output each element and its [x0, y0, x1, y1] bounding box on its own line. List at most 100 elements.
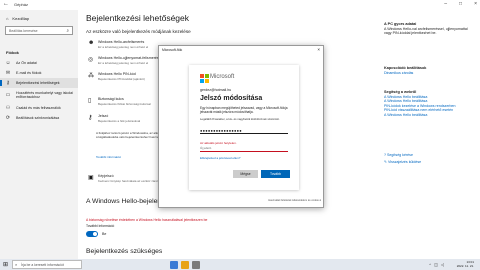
network-icon[interactable]: ◫	[434, 262, 438, 267]
windows-start-icon[interactable]: ⊞	[3, 261, 8, 268]
briefcase-icon: ▭	[5, 92, 11, 98]
option-title: Biztonsági kulcs	[98, 97, 124, 101]
current-password-field[interactable]: ●●●●●●●●●●●●●●●●	[200, 128, 288, 134]
forgot-password-link[interactable]: Elfelejtetted a jelszavad ellen?	[200, 156, 240, 160]
web-link[interactable]: A Windows Hello beállítása	[384, 113, 476, 118]
sidebar: ⌂ Kezdőlap Beállítás keresése ⌕ Fiókok ☺…	[0, 10, 78, 259]
search-icon: ⌕	[66, 28, 69, 33]
page-subtitle: Az eszközre való bejelentkezés módjának …	[86, 29, 191, 34]
help-block: ? Segítség kérése ✎ Visszajelzés küldése	[384, 153, 476, 164]
sidebar-item-your-info[interactable]: ☺ Az Ön adatai	[0, 58, 78, 68]
sidebar-item-work-access[interactable]: ▭ Hozzáférés munkahelyi vagy iskolai erő…	[0, 88, 78, 102]
dialog-close-button[interactable]: ×	[317, 47, 320, 52]
maximize-button[interactable]: □	[459, 1, 462, 7]
fingerprint-icon: ◎	[88, 57, 94, 63]
sidebar-item-label: Beállítások szinkronizálása	[16, 116, 60, 120]
clock-date: 2022. 11. 21.	[456, 264, 474, 268]
search-icon: ⌕	[15, 262, 18, 267]
page-title: Bejelentkezési lehetőségek	[86, 13, 190, 23]
sidebar-item-sync[interactable]: ⟳ Beállítások szinkronizálása	[0, 113, 78, 123]
hello-toggle-row: Be	[86, 231, 106, 237]
sidebar-item-label: Család és más felhasználók	[16, 106, 61, 110]
sidebar-item-label: Bejelentkezési lehetőségek	[16, 81, 60, 85]
cancel-button[interactable]: Mégse	[233, 170, 258, 178]
signin-required-heading: Bejelentkezés szükséges	[86, 248, 163, 255]
sidebar-section-title: Fiókok	[6, 50, 19, 55]
dialog-title: Microsoft-fiók	[162, 48, 183, 52]
chevron-up-icon[interactable]: ^	[429, 262, 431, 267]
sidebar-item-label: Az Ön adatai	[16, 61, 37, 65]
key-icon: ⚷	[6, 80, 10, 86]
taskbar-search-placeholder: Írja be a keresett információt	[21, 263, 64, 267]
face-icon: ☻	[88, 40, 95, 46]
settings-search-input[interactable]: Beállítás keresése ⌕	[5, 26, 73, 35]
volume-icon[interactable]: ◁	[441, 262, 444, 267]
option-subtitle: Ez a lehetőség jelenleg nem érhető el	[98, 61, 149, 65]
microsoft-logo-icon	[200, 74, 209, 83]
dialog-footer[interactable]: Használati feltételek Adatvédelem és coo…	[159, 199, 325, 202]
system-tray: ^ ◫ ◁	[429, 262, 444, 267]
dialog-hint: Legalább 8 karakter, a kis- és nagybetűk…	[200, 117, 280, 121]
taskbar-app-icon[interactable]	[170, 260, 178, 269]
hello-warning: A biztonság növelése érdekében a Windows…	[86, 218, 208, 222]
person-icon: ☺	[5, 60, 11, 66]
option-title: Windows Hello PIN-kód	[98, 72, 136, 76]
hello-more[interactable]: További információ	[86, 224, 114, 228]
back-arrow-icon[interactable]: ←	[3, 1, 9, 7]
related-link[interactable]: Dinamikus zárolás	[384, 71, 476, 76]
side-panel: A PC gyors adatai A Windows Hello-val ar…	[384, 10, 480, 259]
picture-icon: ▣	[88, 175, 94, 181]
brand-name: Microsoft	[210, 74, 235, 80]
taskbar-search-input[interactable]: ⌕ Írja be a keresett információt	[12, 260, 82, 269]
sidebar-home[interactable]: ⌂ Kezdőlap	[6, 16, 29, 21]
option-title: Windows Hello-ujjlenyomat-felismerés	[98, 56, 159, 60]
option-title: Windows Hello-arcfelismerés	[98, 40, 145, 44]
minimize-button[interactable]: –	[444, 1, 447, 7]
pc-info-block: A PC gyors adatai A Windows Hello-val ar…	[384, 22, 476, 36]
taskbar-folder-icon[interactable]	[181, 260, 189, 269]
learn-more-link[interactable]: További információ	[96, 155, 121, 159]
family-icon: ⚇	[5, 105, 11, 111]
taskbar-settings-icon[interactable]	[192, 260, 200, 269]
pc-info-text: A Windows Hello-val arcfelismeréssel, uj…	[384, 26, 468, 36]
new-password-field[interactable]: Új jelszó	[200, 146, 288, 152]
title-bar: ← Gépház – □ ×	[0, 0, 480, 10]
sidebar-item-label: Hozzáférés munkahelyi vagy iskolai erőfo…	[16, 91, 73, 99]
window-title: Gépház	[14, 2, 29, 7]
hello-toggle[interactable]	[86, 231, 98, 237]
usb-key-icon: ▯	[88, 98, 92, 104]
toggle-label: Be	[102, 232, 107, 236]
dialog-heading: Jelszó módosítása	[200, 95, 263, 102]
pin-icon: ⁂	[88, 73, 94, 79]
web-help-block: Segítség a webről A Windows Hello beállí…	[384, 90, 476, 117]
get-help-link[interactable]: ? Segítség kérése	[384, 153, 476, 158]
dialog-paragraph: Egy hónapban megújítheted jelszavad, vag…	[200, 106, 288, 115]
next-button[interactable]: Tovább	[261, 170, 290, 178]
option-subtitle: Bejelentkezés PIN-kóddal (ajánlott)	[98, 77, 145, 81]
sync-icon: ⟳	[5, 115, 11, 121]
option-subtitle: Bejelentkezés fizikai biztonsági kulccsa…	[98, 102, 151, 106]
clock[interactable]: 13:01 2022. 11. 21.	[457, 260, 474, 269]
feedback-link[interactable]: ✎ Visszajelzés küldése	[384, 160, 476, 165]
sidebar-home-label: Kezdőlap	[12, 16, 30, 21]
option-title: Jelszó	[98, 114, 109, 118]
related-block: Kapcsolódó beállítások Dinamikus zárolás	[384, 66, 476, 75]
option-subtitle: Ez a lehetőség jelenleg nem érhető el	[98, 45, 149, 49]
account-email: gerdez@hotmail.hu	[200, 88, 232, 92]
sidebar-item-sign-in-options[interactable]: ⚷ Bejelentkezési lehetőségek	[0, 78, 78, 88]
sidebar-item-family[interactable]: ⚇ Család és más felhasználók	[0, 103, 78, 113]
dialog-card: Microsoft gerdez@hotmail.hu Jelszó módos…	[189, 65, 299, 190]
get-help-label: Segítség kérése	[387, 153, 413, 157]
mail-icon: ✉	[5, 70, 11, 76]
option-title: Képjelszó	[98, 174, 114, 178]
sidebar-item-email[interactable]: ✉ E-mail és fiókok	[0, 68, 78, 78]
feedback-label: Visszajelzés küldése	[388, 159, 422, 164]
search-placeholder: Beállítás keresése	[9, 29, 38, 33]
password-error: Az aktuális jelszó helytelen.	[200, 141, 237, 145]
window-controls: – □ ×	[444, 1, 477, 7]
close-button[interactable]: ×	[474, 1, 477, 7]
account-dialog: Microsoft-fiók × Microsoft gerdez@hotmai…	[158, 45, 324, 208]
key-icon: ⚷	[88, 115, 93, 121]
home-icon: ⌂	[6, 16, 9, 21]
taskbar: ⊞ ⌕ Írja be a keresett információt ^ ◫ ◁…	[0, 259, 480, 270]
